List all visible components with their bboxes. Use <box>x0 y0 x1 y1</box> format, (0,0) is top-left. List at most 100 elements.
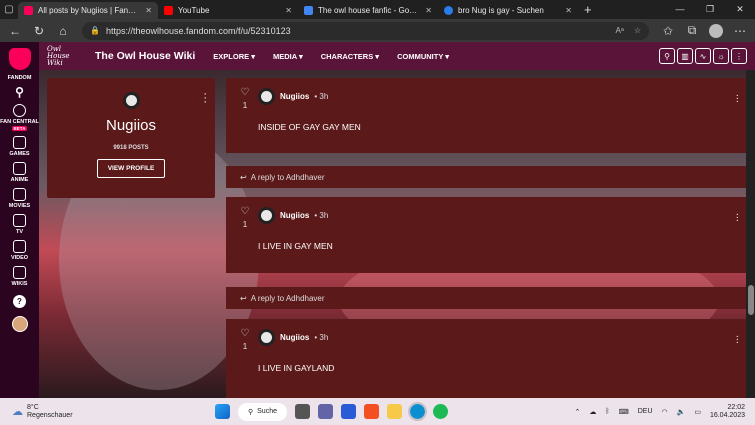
minimize-icon[interactable]: — <box>665 4 695 15</box>
close-tab-icon[interactable]: ✕ <box>565 6 572 15</box>
close-window-icon[interactable]: ✕ <box>725 4 755 15</box>
theme-sun-icon[interactable]: ☼ <box>713 48 729 64</box>
author-avatar[interactable] <box>258 329 275 346</box>
reply-label: A reply to Adhdhaver <box>250 293 325 303</box>
reply-link[interactable]: ↩ A reply to Adhdhaver <box>226 166 755 188</box>
favorites-icon[interactable]: ✩ <box>657 21 679 41</box>
url-actions: Aᵃ ☆ <box>616 26 641 35</box>
post-text: I LIVE IN GAY MEN <box>258 241 333 251</box>
favorite-star-icon[interactable]: ☆ <box>634 26 641 35</box>
sidebar-item-anime[interactable]: ANIME <box>11 162 28 183</box>
like-heart-icon[interactable]: ♡ 1 <box>240 207 250 229</box>
author-name[interactable]: Nugiios <box>280 211 309 220</box>
maximize-icon[interactable]: ❐ <box>695 4 725 15</box>
window-menu-icon[interactable]: ▢ <box>0 0 18 19</box>
tab-2[interactable]: YouTube ✕ <box>158 2 298 19</box>
reply-link[interactable]: ↩ A reply to Adhdhaver <box>226 287 755 309</box>
nav-media[interactable]: MEDIA ▾ <box>273 52 303 61</box>
more-options-icon[interactable]: ⋮ <box>731 48 747 64</box>
collections-icon[interactable]: ⧉ <box>681 21 703 41</box>
scrollbar-thumb[interactable] <box>748 285 754 315</box>
weather-widget[interactable]: ☁ 8°C Regenschauer <box>0 404 200 420</box>
help-icon[interactable]: ? <box>13 295 26 308</box>
wiki-name[interactable]: The Owl House Wiki <box>95 50 195 62</box>
post-more-icon[interactable]: · · · <box>736 210 739 226</box>
edge-icon[interactable] <box>408 402 427 421</box>
new-tab-button[interactable]: + <box>578 2 598 17</box>
post-count: 9918 POSTS <box>113 145 149 151</box>
sidebar-item-fan-central[interactable]: FAN CENTRAL BETA <box>0 104 39 131</box>
google-docs-favicon-icon <box>304 6 313 15</box>
spotify-icon[interactable] <box>433 404 448 419</box>
bluetooth-icon[interactable]: ᛒ <box>605 408 609 415</box>
like-count: 1 <box>242 341 248 351</box>
video-icon <box>13 240 26 253</box>
taskbar-search[interactable]: ⚲ Suche <box>238 402 287 421</box>
post-more-icon[interactable]: · · · <box>736 332 739 348</box>
author-avatar[interactable] <box>258 207 275 224</box>
read-aloud-icon[interactable]: Aᵃ <box>616 26 624 35</box>
nav-characters[interactable]: CHARACTERS ▾ <box>321 52 379 61</box>
sidebar-item-video[interactable]: VIDEO <box>11 240 28 261</box>
close-tab-icon[interactable]: ✕ <box>145 6 152 15</box>
author-name[interactable]: Nugiios <box>280 333 309 342</box>
post-time: • 3h <box>314 211 329 220</box>
nav-explore[interactable]: EXPLORE ▾ <box>213 52 255 61</box>
store-icon[interactable] <box>364 404 379 419</box>
page-scrollbar[interactable] <box>746 70 755 398</box>
post-more-icon[interactable]: · · · <box>736 91 739 107</box>
tab-3[interactable]: The owl house fanfic - Google Do ✕ <box>298 2 438 19</box>
tab-4[interactable]: bro Nug is gay - Suchen ✕ <box>438 2 578 19</box>
tab-title: The owl house fanfic - Google Do <box>318 6 420 15</box>
view-profile-button[interactable]: VIEW PROFILE <box>96 159 166 178</box>
battery-icon[interactable]: ▭ <box>694 408 701 416</box>
post-text: I LIVE IN GAYLAND <box>258 363 335 373</box>
task-view-icon[interactable] <box>295 404 310 419</box>
sidebar-item-fandom[interactable]: FANDOM <box>8 75 32 81</box>
profile-more-icon[interactable]: · · · <box>203 89 207 108</box>
sidebar-item-games[interactable]: GAMES <box>9 136 30 157</box>
volume-icon[interactable]: 🔈 <box>677 408 686 416</box>
chevron-up-icon[interactable]: ⌃ <box>575 408 581 416</box>
url-field[interactable]: 🔒 https://theowlhouse.fandom.com/f/u/523… <box>82 21 649 40</box>
home-icon[interactable]: ⌂ <box>52 21 74 41</box>
sidebar-item-wikis[interactable]: WIKIS <box>11 266 28 287</box>
sidebar-item-movies[interactable]: MOVIES <box>9 188 30 209</box>
sidebar-item-label: WIKIS <box>11 281 28 287</box>
fandom-sidebar: FANDOM ⚲ FAN CENTRAL BETA GAMES ANIME MO… <box>0 42 39 398</box>
search-icon[interactable]: ⚲ <box>15 85 24 99</box>
wiki-logo[interactable]: Owl House Wiki <box>47 45 85 67</box>
file-explorer-icon[interactable] <box>387 404 402 419</box>
close-tab-icon[interactable]: ✕ <box>425 6 432 15</box>
taskbar: ☁ 8°C Regenschauer ⚲ Suche ⌃ ☁ ᛒ ⌨ DEU ◠ … <box>0 398 755 425</box>
author-avatar[interactable] <box>258 88 275 105</box>
profile-avatar[interactable] <box>709 23 723 38</box>
author-name[interactable]: Nugiios <box>280 92 309 101</box>
reload-icon[interactable]: ↻ <box>28 21 50 41</box>
wifi-icon[interactable]: ◠ <box>662 408 668 416</box>
app-icon[interactable] <box>341 404 356 419</box>
windows-start-icon[interactable] <box>215 404 230 419</box>
clock[interactable]: 22:02 16.04.2023 <box>710 404 745 420</box>
activity-icon[interactable]: ∿ <box>695 48 711 64</box>
sidebar-item-label: FAN CENTRAL <box>0 119 39 125</box>
book-icon[interactable]: ▥ <box>677 48 693 64</box>
user-avatar[interactable] <box>11 316 28 332</box>
search-label: Suche <box>257 408 277 415</box>
post-card: ♡ 1 Nugiios • 3h · · · INSIDE OF GAY GAY ME… <box>226 78 755 153</box>
nav-community[interactable]: COMMUNITY ▾ <box>397 52 449 61</box>
back-arrow-icon[interactable]: ← <box>4 21 26 41</box>
tab-1[interactable]: All posts by Nugiios | Fandom ✕ <box>18 2 158 19</box>
like-heart-icon[interactable]: ♡ 1 <box>240 329 250 351</box>
search-icon[interactable]: ⚲ <box>659 48 675 64</box>
fandom-logo-icon[interactable] <box>8 48 31 70</box>
language-indicator[interactable]: DEU <box>638 408 653 415</box>
like-heart-icon[interactable]: ♡ 1 <box>240 88 250 110</box>
sidebar-item-tv[interactable]: TV <box>13 214 26 235</box>
close-tab-icon[interactable]: ✕ <box>285 6 292 15</box>
keyboard-icon[interactable]: ⌨ <box>619 408 629 416</box>
more-menu-icon[interactable]: ⋯ <box>729 21 751 41</box>
onedrive-cloud-icon[interactable]: ☁ <box>589 408 596 416</box>
window-controls: — ❐ ✕ <box>665 4 755 15</box>
teams-icon[interactable] <box>318 404 333 419</box>
